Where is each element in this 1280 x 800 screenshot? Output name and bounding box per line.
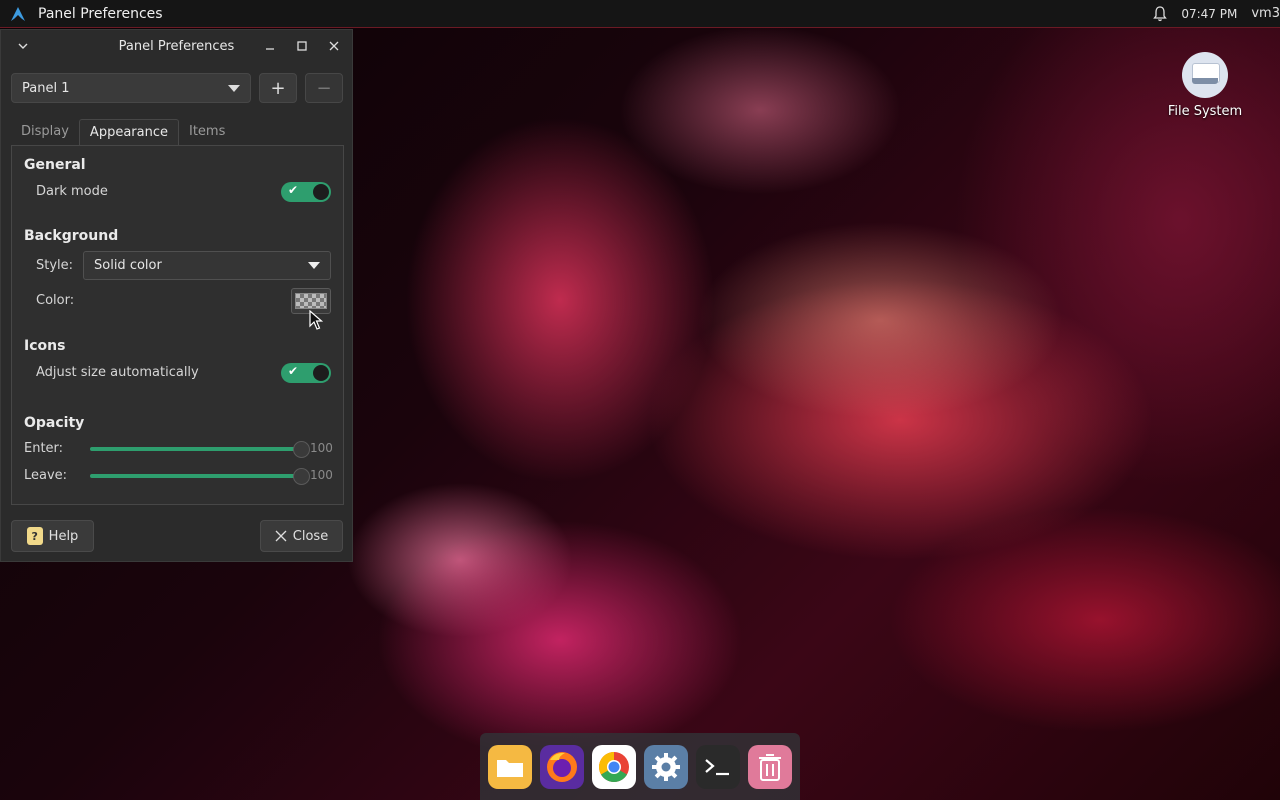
files-icon[interactable] <box>488 744 532 789</box>
leave-opacity-value: 100 <box>310 468 333 482</box>
chrome-icon[interactable] <box>592 744 636 789</box>
help-button-label: Help <box>48 528 79 544</box>
help-button[interactable]: ? Help <box>11 520 94 552</box>
leave-label: Leave: <box>24 468 68 483</box>
top-bar: Panel Preferences 07:47 PM vm3 <box>0 0 1280 28</box>
adjust-size-toggle[interactable]: ✔ <box>281 363 331 383</box>
firefox-icon[interactable] <box>540 744 584 789</box>
panel-preferences-window: Panel Preferences Panel 1 + − Display Ap… <box>0 29 353 562</box>
icons-heading: Icons <box>24 338 66 354</box>
remove-panel-button[interactable]: − <box>305 73 343 103</box>
trash-icon[interactable] <box>748 744 792 789</box>
appearance-panel: General Dark mode ✔ Background Style: So… <box>11 145 344 505</box>
enter-opacity-slider[interactable] <box>90 441 310 458</box>
minimize-button[interactable] <box>260 36 280 56</box>
help-icon: ? <box>26 527 43 545</box>
terminal-icon[interactable] <box>696 744 740 789</box>
close-icon <box>275 530 287 542</box>
tab-bar: Display Appearance Items <box>11 119 235 145</box>
enter-label: Enter: <box>24 441 64 456</box>
background-style-select[interactable]: Solid color <box>83 251 331 280</box>
close-button[interactable]: Close <box>260 520 343 552</box>
toggle-knob <box>313 365 329 381</box>
tab-items[interactable]: Items <box>179 119 235 145</box>
dropdown-arrow-icon <box>228 84 240 92</box>
notification-bell-icon[interactable] <box>1153 5 1168 22</box>
background-heading: Background <box>24 228 119 244</box>
clock[interactable]: 07:47 PM <box>1181 7 1237 21</box>
maximize-button[interactable] <box>292 36 312 56</box>
dark-mode-toggle[interactable]: ✔ <box>281 182 331 202</box>
adjust-size-label: Adjust size automatically <box>36 365 199 380</box>
opacity-heading: Opacity <box>24 415 85 431</box>
color-swatch <box>295 293 327 309</box>
desktop-icon-file-system[interactable]: File System <box>1165 52 1245 119</box>
add-panel-button[interactable]: + <box>259 73 297 103</box>
panel-select[interactable]: Panel 1 <box>11 73 251 103</box>
settings-icon[interactable] <box>644 744 688 789</box>
dark-mode-label: Dark mode <box>36 184 108 199</box>
desktop-icon-label: File System <box>1167 104 1243 119</box>
active-window-title: Panel Preferences <box>38 5 163 22</box>
drive-icon <box>1182 52 1228 98</box>
slider-thumb[interactable] <box>293 468 310 485</box>
check-icon: ✔ <box>288 364 299 378</box>
leave-opacity-slider[interactable] <box>90 468 310 485</box>
background-style-value: Solid color <box>94 258 162 273</box>
tab-appearance[interactable]: Appearance <box>78 119 179 145</box>
close-window-button[interactable] <box>324 36 344 56</box>
dropdown-arrow-icon <box>308 262 320 269</box>
enter-opacity-value: 100 <box>310 441 333 455</box>
general-heading: General <box>24 157 86 173</box>
tab-display[interactable]: Display <box>11 119 79 145</box>
close-button-label: Close <box>292 528 329 544</box>
user-menu[interactable]: vm3 <box>1251 6 1280 21</box>
dock <box>480 733 800 800</box>
style-label: Style: <box>36 258 74 273</box>
toggle-knob <box>313 184 329 200</box>
slider-thumb[interactable] <box>293 441 310 458</box>
mouse-pointer-icon <box>309 310 323 330</box>
window-menu-chevron-icon[interactable] <box>13 36 33 56</box>
color-label: Color: <box>36 293 75 308</box>
window-titlebar[interactable]: Panel Preferences <box>1 30 352 62</box>
check-icon: ✔ <box>288 183 299 197</box>
arch-logo-icon[interactable] <box>10 6 26 22</box>
panel-select-value: Panel 1 <box>22 80 70 96</box>
